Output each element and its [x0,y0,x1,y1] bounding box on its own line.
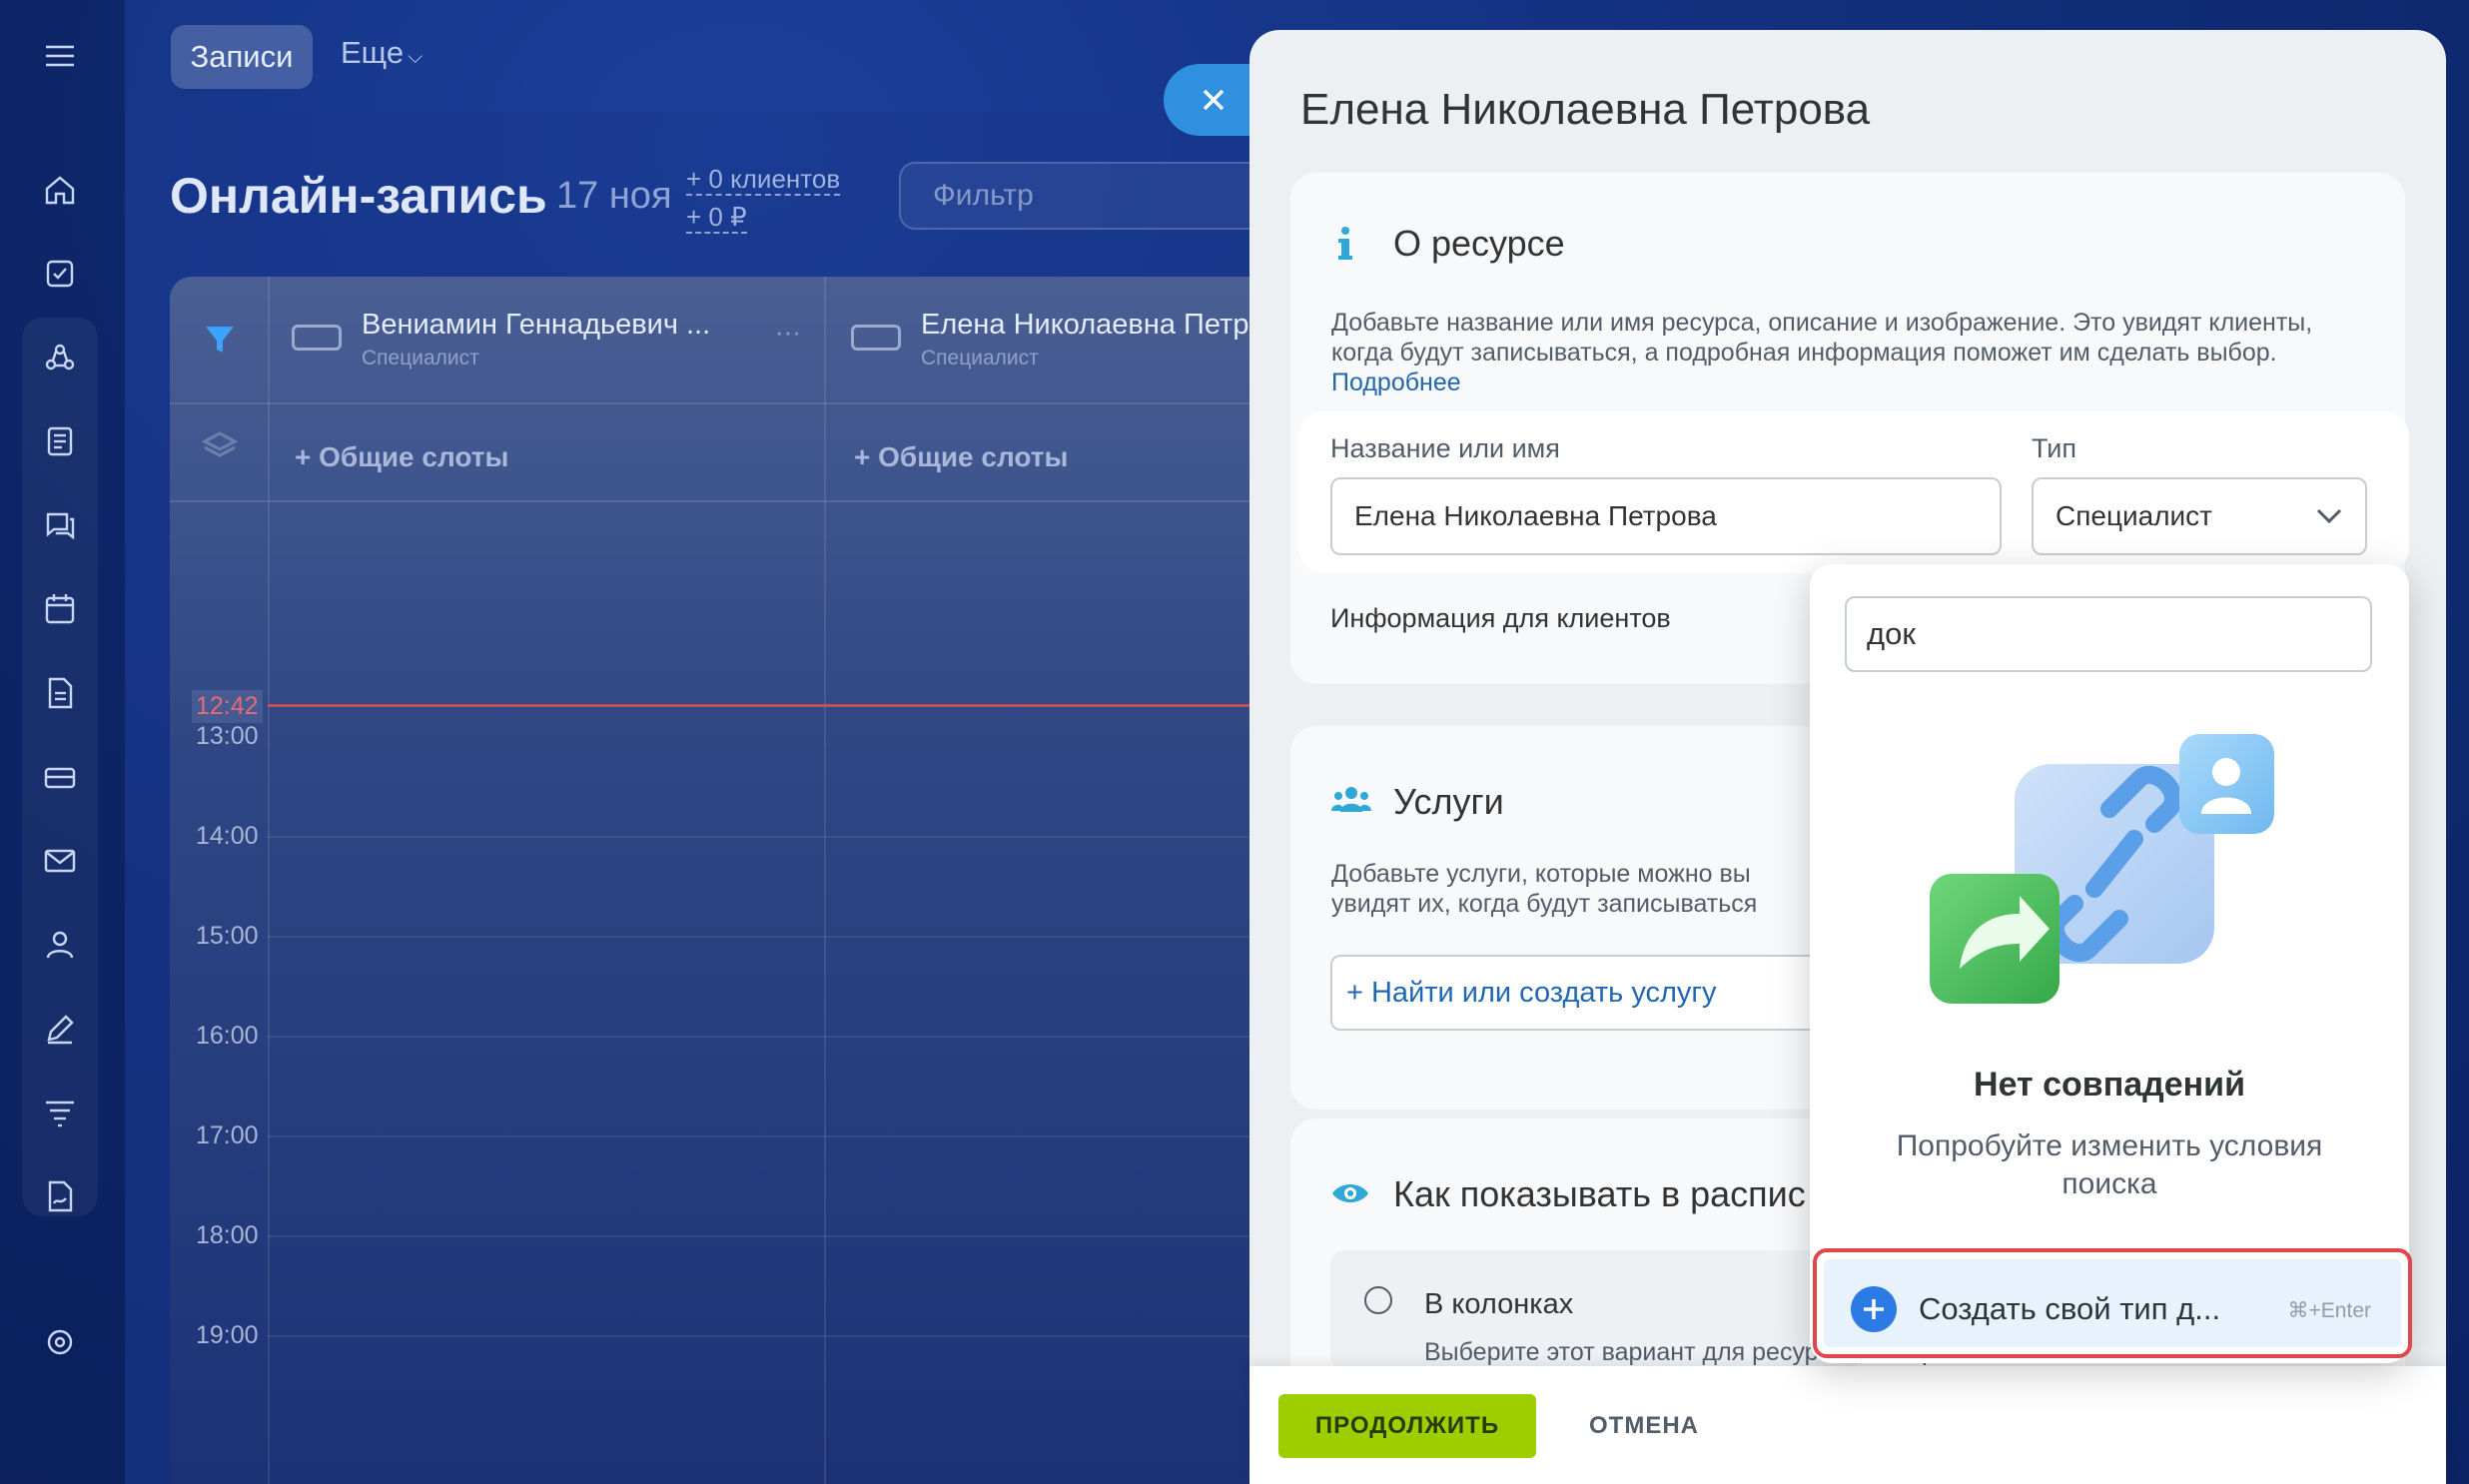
sign-icon[interactable] [38,1174,82,1218]
hour-label: 16:00 [196,1022,259,1050]
hour-gridline [268,1036,1253,1038]
more-icon[interactable]: ··· [775,317,801,348]
client-info-label: Информация для клиентов [1330,603,1671,633]
group-icon [1331,787,1371,812]
page-title: Онлайн-запись [170,168,547,224]
resource-name[interactable]: Вениамин Геннадьевич ... [362,309,710,342]
page-date: 17 ноя [556,175,672,217]
crm-icon[interactable] [38,336,82,379]
tab-more-label: Еще [341,35,405,70]
tab-records[interactable]: Записи [171,25,313,89]
name-input[interactable]: Елена Николаевна Петрова [1330,477,2002,555]
resource-role: Специалист [362,347,479,370]
hour-gridline [268,836,1253,838]
no-results-illustration [1930,734,2274,1004]
filter-input[interactable]: Фильтр [899,162,1298,230]
stat-clients[interactable]: + 0 клиентов [686,164,841,196]
hour-label: 13:00 [196,722,259,750]
hour-gridline [268,936,1253,938]
hour-label: 19:00 [196,1321,259,1349]
create-custom-type-option[interactable]: Создать свой тип д... ⌘+Enter [1813,1248,2412,1358]
hour-label: 18:00 [196,1221,259,1249]
stat-money[interactable]: + 0 ₽ [686,202,747,234]
tab-more[interactable]: Еще ⌵ [341,35,422,71]
hour-gridline [268,1335,1253,1337]
hour-label: 17:00 [196,1121,259,1149]
top-bar: Записи Еще ⌵ [125,0,1253,112]
funnel-icon[interactable] [38,1091,82,1134]
info-icon [1338,227,1352,260]
panel-title: Елена Николаевна Петрова [1300,85,1871,134]
column-divider [824,277,826,1484]
eye-icon [1332,1184,1368,1202]
menu-icon[interactable] [38,34,82,78]
name-field-label: Название или имя [1330,433,1560,463]
create-option-highlight: Создать свой тип д... ⌘+Enter [1824,1259,2401,1347]
left-sidebar [0,0,125,1484]
hour-gridline [268,1235,1253,1237]
no-results-hint: Попробуйте изменить условия поиска [1896,1129,2323,1200]
type-dropdown: док Нет совпадений Попробуйте изменить у… [1810,564,2409,1363]
section-about-description: Добавьте название или имя ресурса, описа… [1331,308,2370,397]
section-display-title: Как показывать в распис [1393,1173,1806,1214]
resource-name[interactable]: Елена Николаевна Петр [921,309,1248,342]
create-option-label: Создать свой тип д... [1919,1291,2221,1326]
settings-icon[interactable] [38,1320,82,1364]
cancel-button[interactable]: ОТМЕНА [1569,1394,1719,1458]
tasks-icon[interactable] [38,252,82,296]
layers-icon[interactable] [202,428,238,464]
column-divider [268,277,270,1484]
calendar-icon[interactable] [38,587,82,631]
stats: + 0 клиентов + 0 ₽ [686,160,841,236]
view-option-label: В колонках [1424,1288,1574,1320]
type-search-input[interactable]: док [1845,596,2372,672]
feed-icon[interactable] [38,419,82,463]
home-icon[interactable] [38,168,82,212]
resource-card-icon [851,325,901,351]
about-description-text: Добавьте название или имя ресурса, описа… [1331,309,2313,367]
no-results-title: Нет совпадений [1974,1066,2245,1104]
edit-icon[interactable] [38,1007,82,1051]
shared-slots-button[interactable]: + Общие слоты [295,441,508,473]
chat-icon[interactable] [38,503,82,547]
type-select-value: Специалист [2056,500,2213,531]
resource-role: Специалист [921,347,1039,370]
hour-label: 15:00 [196,922,259,950]
shared-slots-button[interactable]: + Общие слоты [854,441,1068,473]
filter-icon[interactable] [202,322,238,358]
type-select[interactable]: Специалист [2032,477,2367,555]
find-service-button[interactable]: + Найти или создать услугу [1330,955,1850,1031]
main-content: Онлайн-запись 17 ноя + 0 клиентов + 0 ₽ … [125,112,1298,1484]
chevron-down-icon: ⌵ [408,46,423,68]
section-about-title: О ресурсе [1393,223,1565,264]
type-field-label: Тип [2032,433,2077,463]
hour-label: 14:00 [196,822,259,850]
hotkey-hint: ⌘+Enter [2287,1299,2371,1322]
schedule-grid: Вениамин Геннадьевич ... Специалист ··· … [170,277,1253,1484]
panel-footer: ПРОДОЛЖИТЬ ОТМЕНА [1249,1366,2446,1484]
chevron-down-icon [2316,508,2342,524]
current-time-line [268,704,1253,707]
more-info-link[interactable]: Подробнее [1331,369,1461,396]
close-icon [1203,89,1225,111]
hour-gridline [268,1135,1253,1137]
continue-button[interactable]: ПРОДОЛЖИТЬ [1278,1394,1536,1458]
current-time-label: 12:42 [192,690,263,723]
users-icon[interactable] [38,923,82,967]
view-option-columns[interactable]: В колонках Выберите этот вариант для рес… [1330,1250,1968,1370]
close-panel-button[interactable] [1164,64,1263,136]
plus-icon [1851,1286,1897,1332]
document-icon[interactable] [38,671,82,715]
section-services-title: Услуги [1393,781,1504,822]
store-icon[interactable] [38,755,82,799]
radio-button[interactable] [1364,1286,1392,1314]
resource-card-icon [292,325,342,351]
mail-icon[interactable] [38,839,82,883]
